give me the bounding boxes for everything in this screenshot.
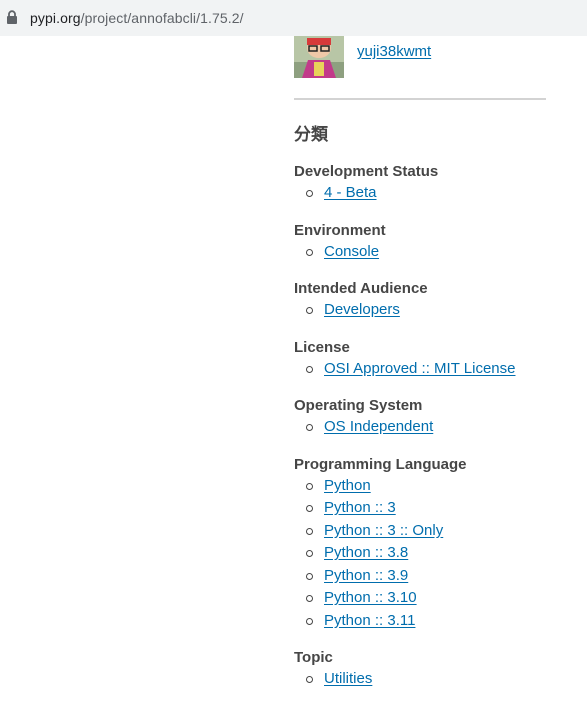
group-title: Development Status bbox=[294, 163, 439, 180]
classifier-item: OSI Approved :: MIT License bbox=[294, 358, 584, 381]
maintainer-username-link[interactable]: yuji38kwmt bbox=[357, 43, 431, 60]
classifier-item: Console bbox=[294, 241, 584, 264]
classifier-item: Python :: 3.8 bbox=[294, 542, 584, 565]
group-title: License bbox=[294, 338, 350, 356]
group-title: Topic bbox=[294, 649, 333, 666]
classifier-link[interactable]: Python :: 3.10 bbox=[324, 589, 417, 606]
classifier-group-topic: Topic Utilities bbox=[294, 648, 584, 691]
classifiers-list: Development Status 4 - Beta Environment … bbox=[294, 162, 584, 691]
classifier-link[interactable]: 4 - Beta bbox=[324, 184, 377, 201]
classifier-group-intended-audience: Intended Audience Developers bbox=[294, 279, 584, 322]
url-text[interactable]: pypi.org/project/annofabcli/1.75.2/ bbox=[30, 10, 244, 26]
group-title: Environment bbox=[294, 221, 386, 239]
lock-icon[interactable] bbox=[6, 10, 20, 26]
avatar[interactable] bbox=[294, 36, 344, 78]
classifier-item: Python :: 3 :: Only bbox=[294, 520, 584, 543]
classifier-item: Python :: 3.11 bbox=[294, 610, 584, 633]
classifier-group-environment: Environment Console bbox=[294, 221, 584, 264]
bullet-icon bbox=[306, 424, 313, 431]
classifier-link[interactable]: Python :: 3 :: Only bbox=[324, 522, 443, 539]
bullet-icon bbox=[306, 617, 313, 625]
bullet-icon bbox=[306, 482, 313, 490]
classifier-link[interactable]: Python bbox=[324, 477, 371, 494]
bullet-icon bbox=[306, 505, 313, 512]
classifier-link[interactable]: Python :: 3.9 bbox=[324, 567, 408, 584]
bullet-icon bbox=[306, 307, 313, 314]
classifier-link[interactable]: Python :: 3.8 bbox=[324, 544, 408, 561]
classifier-link[interactable]: Console bbox=[324, 243, 379, 260]
classifier-group-operating-system: Operating System OS Independent bbox=[294, 396, 584, 439]
bullet-icon bbox=[306, 527, 313, 535]
bullet-icon bbox=[306, 550, 313, 557]
classifier-group-programming-language: Programming Language Python Python :: 3 … bbox=[294, 455, 584, 633]
classifier-item: Python :: 3.9 bbox=[294, 565, 584, 588]
classifier-link[interactable]: OS Independent bbox=[324, 418, 433, 435]
group-title: Programming Language bbox=[294, 455, 467, 473]
bullet-icon bbox=[306, 248, 313, 256]
classifier-item: Python bbox=[294, 475, 584, 498]
url-host: pypi.org bbox=[30, 10, 81, 26]
classifier-item: OS Independent bbox=[294, 416, 584, 439]
classifier-item: 4 - Beta bbox=[294, 182, 584, 205]
classifier-group-development-status: Development Status 4 - Beta bbox=[294, 162, 584, 205]
bullet-icon bbox=[306, 572, 313, 580]
classifiers-title: 分類 bbox=[294, 125, 328, 144]
bullet-icon bbox=[306, 676, 313, 683]
group-title: Operating System bbox=[294, 397, 423, 414]
group-title: Intended Audience bbox=[294, 280, 428, 297]
address-bar[interactable]: pypi.org/project/annofabcli/1.75.2/ bbox=[0, 0, 587, 36]
classifier-link[interactable]: Developers bbox=[324, 301, 400, 318]
url-path: /project/annofabcli/1.75.2/ bbox=[80, 10, 244, 26]
bullet-icon bbox=[306, 595, 313, 602]
classifier-item: Python :: 3 bbox=[294, 497, 584, 520]
bullet-icon bbox=[306, 190, 313, 197]
classifier-link[interactable]: Utilities bbox=[324, 670, 372, 687]
classifier-link[interactable]: OSI Approved :: MIT License bbox=[324, 360, 515, 377]
classifier-item: Python :: 3.10 bbox=[294, 587, 584, 610]
classifier-item: Developers bbox=[294, 299, 584, 322]
divider bbox=[294, 98, 546, 100]
classifier-link[interactable]: Python :: 3 bbox=[324, 499, 396, 516]
bullet-icon bbox=[306, 365, 313, 373]
classifier-item: Utilities bbox=[294, 668, 584, 691]
classifier-group-license: License OSI Approved :: MIT License bbox=[294, 338, 584, 381]
classifier-link[interactable]: Python :: 3.11 bbox=[324, 612, 415, 629]
